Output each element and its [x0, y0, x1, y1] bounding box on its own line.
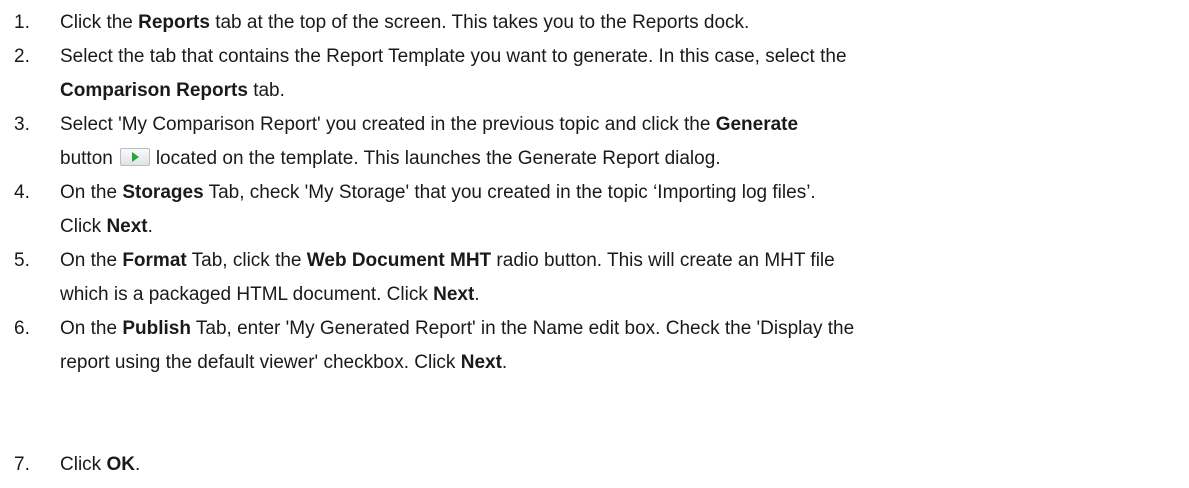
storages-tab-label: Storages	[122, 182, 204, 203]
step-line: Click Next.	[60, 216, 153, 237]
step-line: Select the tab that contains the Report …	[60, 46, 847, 67]
step-line: On the Publish Tab, enter 'My Generated …	[60, 318, 855, 339]
step-line: Select 'My Comparison Report' you create…	[60, 114, 799, 135]
step-number: 7.	[14, 454, 30, 475]
format-tab-label: Format	[122, 250, 187, 271]
step-line: On the Storages Tab, check 'My Storage' …	[60, 182, 816, 203]
step-text: Click the Reports tab at the top of the …	[60, 6, 1175, 40]
step-line: Comparison Reports tab.	[60, 80, 285, 101]
next-label: Next	[433, 284, 475, 305]
step-line: Click the Reports tab at the top of the …	[60, 12, 750, 33]
next-label: Next	[106, 216, 148, 237]
comparison-reports-tab-label: Comparison Reports	[60, 80, 248, 101]
generate-label: Generate	[715, 114, 799, 135]
step-text: Select the tab that contains the Report …	[60, 40, 1175, 108]
step-line: which is a packaged HTML document. Click…	[60, 284, 480, 305]
step-number: 2.	[14, 46, 30, 67]
publish-tab-label: Publish	[122, 318, 191, 339]
step-number: 1.	[14, 12, 30, 33]
step-text: Click OK.	[60, 448, 1175, 482]
step-line: Click OK.	[60, 454, 141, 475]
step-text: Select 'My Comparison Report' you create…	[60, 108, 1175, 176]
web-document-mht-label: Web Document MHT	[306, 250, 492, 271]
step-text: On the Publish Tab, enter 'My Generated …	[60, 312, 1175, 380]
step-line: report using the default viewer' checkbo…	[60, 352, 508, 373]
step-number: 5.	[14, 250, 30, 271]
step-number: 6.	[14, 318, 30, 339]
ok-label: OK	[106, 454, 135, 475]
step-number: 3.	[14, 114, 30, 135]
step-line: button located on the template. This laun…	[60, 147, 721, 169]
step-text: On the Storages Tab, check 'My Storage' …	[60, 176, 1175, 244]
reports-tab-label: Reports	[138, 12, 210, 33]
generate-play-icon	[119, 147, 150, 166]
step-number: 4.	[14, 182, 30, 203]
next-label: Next	[460, 352, 502, 373]
step-line: On the Format Tab, click the Web Documen…	[60, 250, 835, 271]
step-text: On the Format Tab, click the Web Documen…	[60, 244, 1175, 312]
